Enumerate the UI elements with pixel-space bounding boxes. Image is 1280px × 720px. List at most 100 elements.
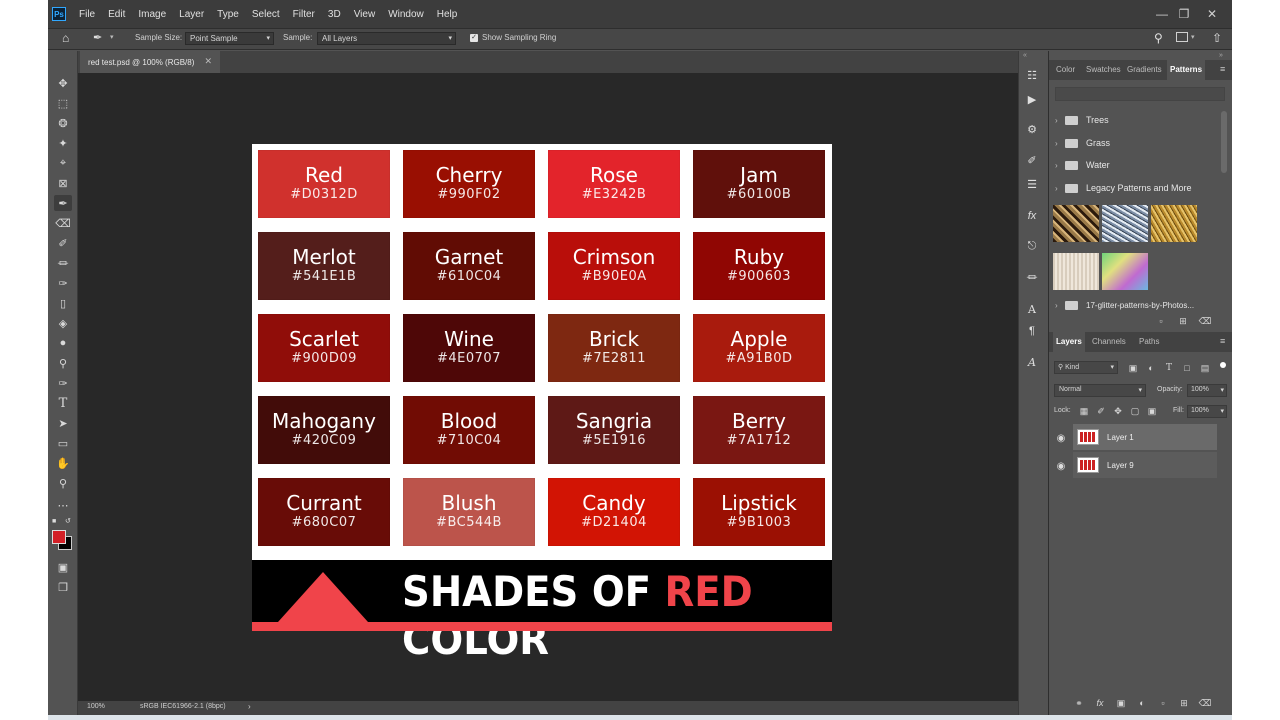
menu-3d[interactable]: 3D xyxy=(322,9,348,20)
blend-mode-select[interactable]: Normal ▾ xyxy=(1054,384,1146,397)
magic-wand-tool-icon[interactable]: ✦ xyxy=(54,135,72,151)
menu-layer[interactable]: Layer xyxy=(173,9,211,20)
lock-image-brush-icon[interactable]: ✐ xyxy=(1095,405,1107,417)
panel-menu-icon[interactable]: ≡ xyxy=(1220,64,1225,74)
tab-paths[interactable]: Paths xyxy=(1136,332,1162,352)
menu-view[interactable]: View xyxy=(348,9,383,20)
crop-tool-icon[interactable]: ⌖ xyxy=(54,155,72,171)
shape-filter-icon[interactable]: □ xyxy=(1181,362,1193,374)
adjustments-icon[interactable]: ☰ xyxy=(1024,176,1040,192)
lock-all-icon[interactable]: ▣ xyxy=(1146,405,1158,417)
brush-settings-icon[interactable]: ✐ xyxy=(1024,152,1040,168)
document-canvas[interactable]: Red #D0312D Cherry #990F02 Rose #E3242B Jam #60… xyxy=(252,144,832,664)
layer-filter-kind-select[interactable]: ⚲ Kind ▾ xyxy=(1054,361,1118,374)
eraser-tool-icon[interactable]: ▯ xyxy=(54,295,72,311)
styles-fx-icon[interactable]: fx xyxy=(1024,208,1040,224)
document-tab[interactable]: red test.psd @ 100% (RGB/8) ✕ xyxy=(80,51,220,73)
eyedropper-tool-icon[interactable]: ✒ xyxy=(54,195,72,211)
workspace-icon[interactable] xyxy=(1176,32,1188,42)
clone-source-icon[interactable]: ⎋ xyxy=(1024,238,1040,254)
more-tools-icon[interactable]: ⋯ xyxy=(54,497,72,513)
lock-transparent-icon[interactable]: ▦ xyxy=(1078,405,1090,417)
smart-object-filter-icon[interactable]: ▤ xyxy=(1199,362,1211,374)
screen-mode-icon[interactable]: ❐ xyxy=(54,579,72,595)
patterns-search-input[interactable] xyxy=(1055,87,1225,101)
collapse-arrows-icon[interactable]: « xyxy=(1023,52,1027,59)
pattern-thumbnail[interactable] xyxy=(1151,205,1197,242)
new-pattern-icon[interactable]: ⊞ xyxy=(1177,315,1189,327)
glyphs-icon[interactable]: A xyxy=(1024,354,1040,370)
search-icon[interactable]: ⚲ xyxy=(1154,31,1163,45)
path-selection-tool-icon[interactable]: ➤ xyxy=(54,415,72,431)
menu-edit[interactable]: Edit xyxy=(102,9,132,20)
history-icon[interactable]: ☷ xyxy=(1024,67,1040,83)
default-colors-icon[interactable]: ■ xyxy=(52,518,58,525)
pen-tool-icon[interactable]: ✑ xyxy=(54,375,72,391)
layer-mask-icon[interactable]: ▣ xyxy=(1115,697,1127,709)
menu-type[interactable]: Type xyxy=(211,9,246,20)
hand-tool-icon[interactable]: ✋ xyxy=(54,455,72,471)
paragraph-icon[interactable]: ¶ xyxy=(1024,323,1040,339)
opacity-input[interactable]: 100% ▾ xyxy=(1187,384,1227,397)
pattern-thumbnail[interactable] xyxy=(1102,253,1148,290)
sample-size-select[interactable]: Point Sample ▾ xyxy=(185,32,274,45)
move-tool-icon[interactable]: ✥ xyxy=(54,75,72,91)
zoom-tool-icon[interactable]: ⚲ xyxy=(54,475,72,491)
dodge-tool-icon[interactable]: ⚲ xyxy=(54,355,72,371)
adjustment-filter-icon[interactable]: ◐ xyxy=(1145,362,1157,374)
chevron-down-icon[interactable]: ▾ xyxy=(1191,33,1195,41)
pixel-filter-icon[interactable]: ▣ xyxy=(1127,362,1139,374)
menu-window[interactable]: Window xyxy=(382,9,431,20)
folder-row[interactable]: › Grass xyxy=(1055,134,1219,152)
folder-row[interactable]: › Trees xyxy=(1055,111,1219,129)
eye-visibility-icon[interactable]: ◉ xyxy=(1054,432,1068,444)
blur-tool-icon[interactable]: ● xyxy=(54,335,72,351)
adjustment-layer-icon[interactable]: ◐ xyxy=(1136,697,1148,709)
close-icon[interactable]: ✕ xyxy=(1198,0,1226,28)
marquee-tool-icon[interactable]: ⬚ xyxy=(54,95,72,111)
fill-input[interactable]: 100% ▾ xyxy=(1187,405,1227,418)
folder-row[interactable]: › Legacy Patterns and More xyxy=(1055,179,1219,197)
folder-row[interactable]: › Water xyxy=(1055,156,1219,174)
eyedropper-preset-icon[interactable]: ✒ xyxy=(93,31,107,45)
history-brush-tool-icon[interactable]: ✑ xyxy=(54,275,72,291)
pattern-thumbnail[interactable] xyxy=(1102,205,1148,242)
clone-stamp-tool-icon[interactable]: ⏛ xyxy=(54,255,72,271)
type-tool-icon[interactable]: T xyxy=(54,395,72,411)
menu-file[interactable]: File xyxy=(73,9,102,20)
new-layer-icon[interactable]: ⊞ xyxy=(1178,697,1190,709)
tab-patterns[interactable]: Patterns xyxy=(1167,60,1206,80)
tab-color[interactable]: Color xyxy=(1053,60,1078,80)
pattern-thumbnail[interactable] xyxy=(1053,205,1099,242)
character-icon[interactable]: A xyxy=(1024,301,1040,317)
show-sampling-ring-checkbox[interactable]: ✓ xyxy=(470,34,478,42)
paint-bucket-tool-icon[interactable]: ◈ xyxy=(54,315,72,331)
tab-swatches[interactable]: Swatches xyxy=(1083,60,1124,80)
close-tab-icon[interactable]: ✕ xyxy=(204,56,212,67)
tab-gradients[interactable]: Gradients xyxy=(1124,60,1165,80)
chevron-down-icon[interactable]: ▾ xyxy=(110,33,114,41)
type-filter-icon[interactable]: T xyxy=(1163,362,1175,374)
sample-select[interactable]: All Layers ▾ xyxy=(317,32,456,45)
restore-icon[interactable]: ❐ xyxy=(1170,0,1198,28)
share-icon[interactable]: ⇧ xyxy=(1212,31,1222,45)
foreground-color-swatch[interactable] xyxy=(52,530,66,544)
lock-position-icon[interactable]: ✥ xyxy=(1112,405,1124,417)
patterns-scrollbar[interactable] xyxy=(1221,111,1227,173)
tab-layers[interactable]: Layers xyxy=(1053,332,1085,352)
collapse-arrows-icon[interactable]: » xyxy=(1219,52,1223,59)
brush-tool-icon[interactable]: ✐ xyxy=(54,235,72,251)
lock-artboard-icon[interactable]: ▢ xyxy=(1129,405,1141,417)
swap-colors-icon[interactable]: ↺ xyxy=(65,517,71,525)
new-group-folder-icon[interactable]: ▫ xyxy=(1157,697,1169,709)
delete-trash-icon[interactable]: ⌫ xyxy=(1199,315,1212,327)
filter-toggle-icon[interactable] xyxy=(1220,362,1226,368)
tab-channels[interactable]: Channels xyxy=(1089,332,1129,352)
zoom-level[interactable]: 100% xyxy=(87,703,105,710)
menu-image[interactable]: Image xyxy=(132,9,173,20)
rectangle-tool-icon[interactable]: ▭ xyxy=(54,435,72,451)
actions-play-icon[interactable]: ▶ xyxy=(1024,91,1040,107)
menu-help[interactable]: Help xyxy=(431,9,465,20)
panel-menu-icon[interactable]: ≡ xyxy=(1220,336,1225,346)
folder-row[interactable]: › 17-glitter-patterns-by-Photos... xyxy=(1055,299,1219,311)
